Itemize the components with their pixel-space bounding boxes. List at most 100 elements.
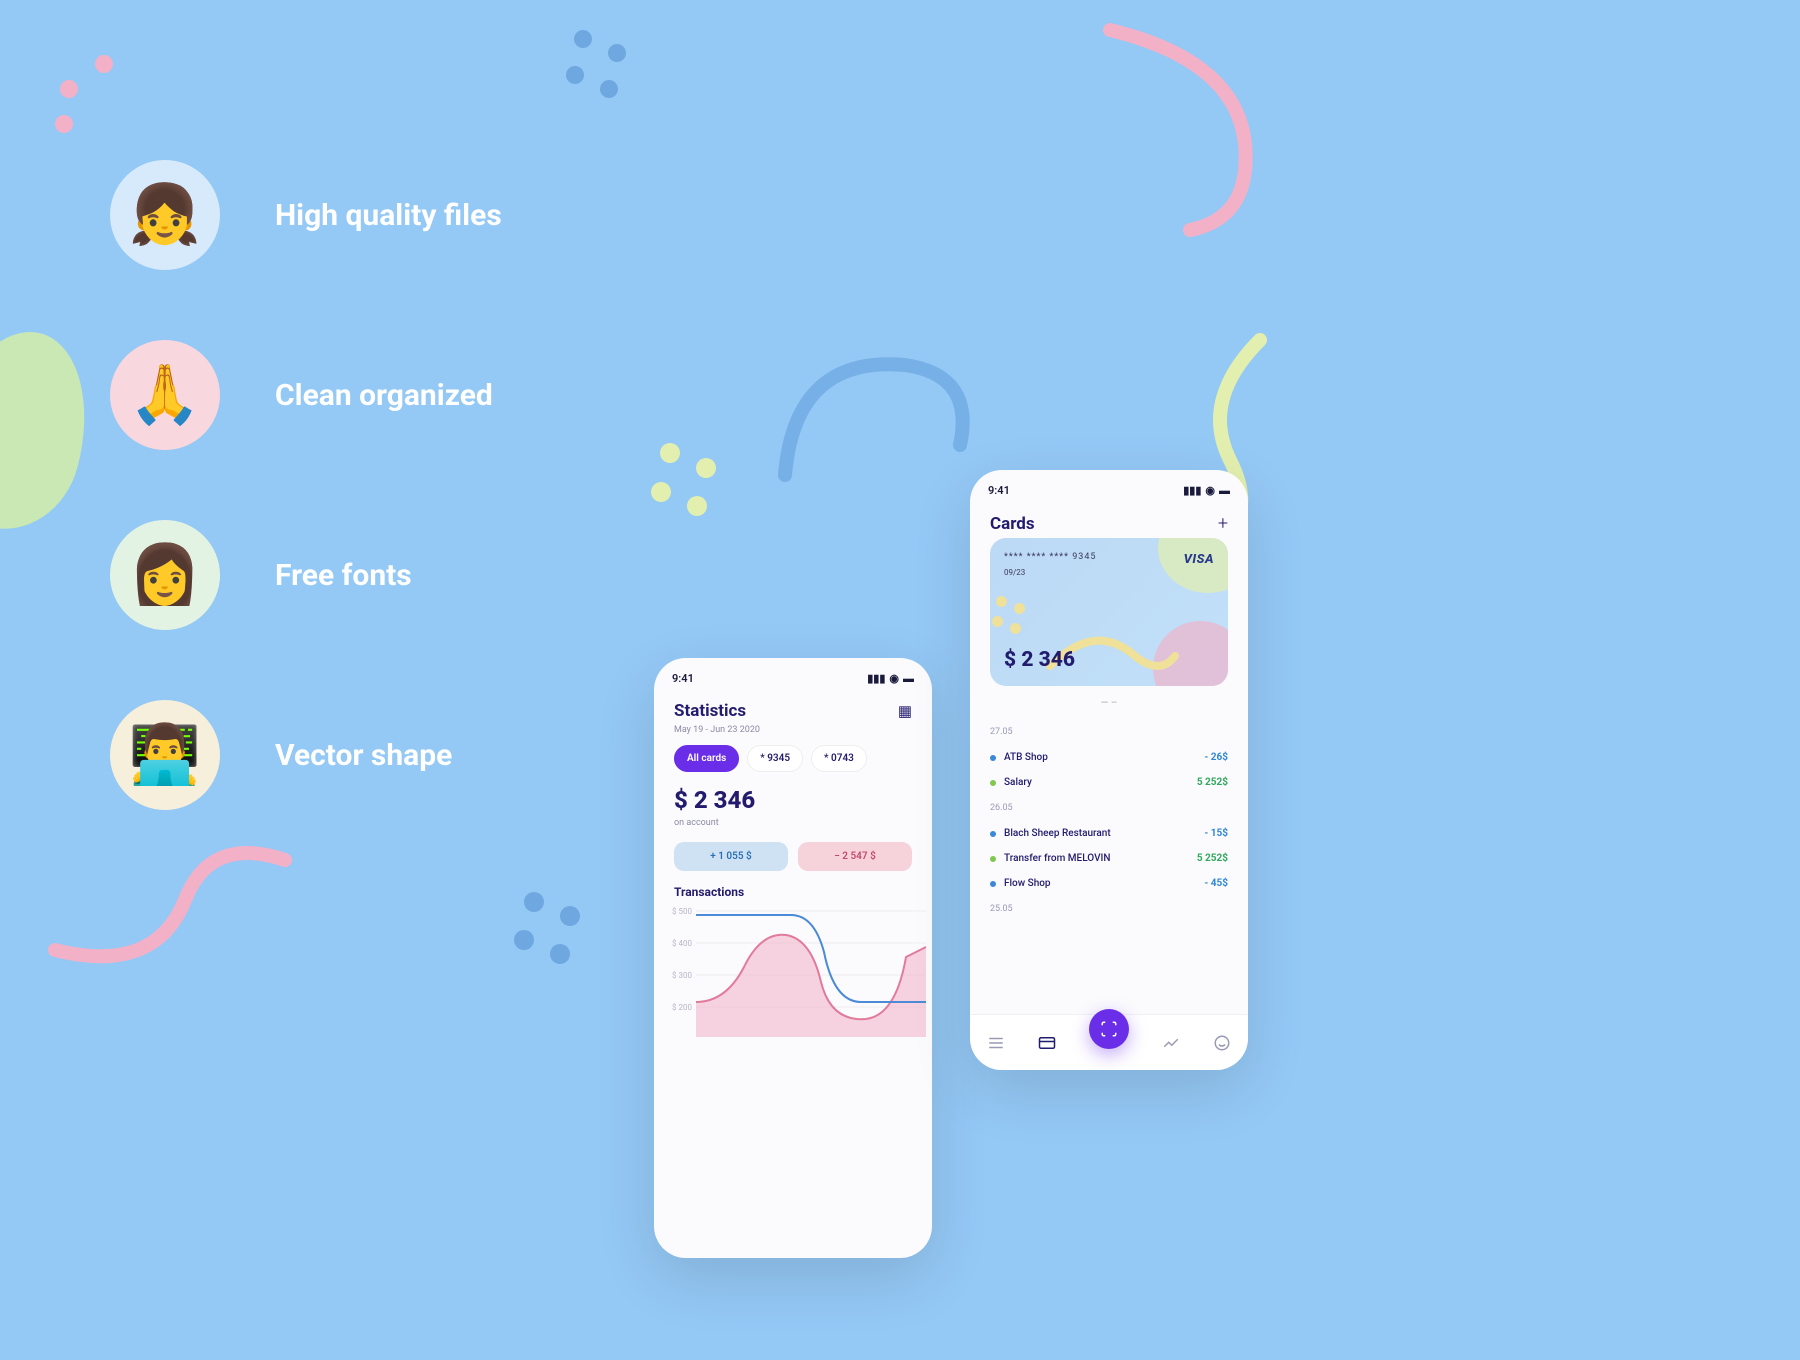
category-dot	[990, 881, 996, 887]
avatar: 👩	[110, 520, 220, 630]
credit-card[interactable]: **** **** **** 9345 09/23 VISA $ 2 346	[990, 538, 1228, 686]
signal-icon: ▮▮▮	[1183, 484, 1201, 497]
deco-dot	[687, 496, 707, 516]
income-pill[interactable]: + 1 055 $	[674, 842, 788, 871]
feature-label: Vector shape	[275, 738, 452, 773]
feature-label: Clean organized	[275, 378, 493, 413]
avatar: 🙏	[110, 340, 220, 450]
feature-item: 🙏 Clean organized	[110, 340, 502, 450]
tab-profile[interactable]	[1212, 1033, 1232, 1053]
tab-bar	[970, 1014, 1248, 1070]
transaction-row[interactable]: Salary 5 252$	[990, 770, 1228, 795]
feature-label: High quality files	[275, 198, 502, 233]
card-pager: — –	[970, 698, 1248, 719]
date-label: 26.05	[990, 803, 1228, 813]
status-time: 9:41	[672, 672, 694, 685]
chart-ylabel: $ 500	[672, 907, 692, 916]
deco-dot	[560, 906, 580, 926]
status-time: 9:41	[988, 484, 1010, 497]
deco-dot	[95, 55, 113, 73]
amount-subtitle: on account	[654, 814, 932, 842]
battery-icon: ▬	[1219, 484, 1230, 497]
chip-card-9345[interactable]: * 9345	[747, 745, 803, 772]
card-deco	[1014, 603, 1025, 614]
card-deco	[992, 616, 1003, 627]
avatar: 👧	[110, 160, 220, 270]
deco-dot	[608, 44, 626, 62]
status-bar: 9:41 ▮▮▮ ◉ ▬	[970, 470, 1248, 503]
tab-menu[interactable]	[986, 1033, 1006, 1053]
txn-amount: 5 252$	[1197, 777, 1228, 788]
tab-scan-fab[interactable]	[1089, 1009, 1129, 1049]
deco-dot	[60, 80, 78, 98]
deco-dot	[651, 482, 671, 502]
txn-name: Blach Sheep Restaurant	[1004, 828, 1111, 839]
card-brand: VISA	[1184, 552, 1214, 567]
category-dot	[990, 856, 996, 862]
battery-icon: ▬	[903, 672, 914, 685]
category-dot	[990, 780, 996, 786]
deco-squiggle	[35, 820, 295, 1000]
txn-name: Salary	[1004, 777, 1032, 788]
txn-amount: - 26$	[1204, 752, 1228, 763]
txn-name: Transfer from MELOVIN	[1004, 853, 1110, 864]
deco-dot	[660, 443, 680, 463]
transaction-row[interactable]: Transfer from MELOVIN 5 252$	[990, 846, 1228, 871]
expense-pill[interactable]: − 2 547 $	[798, 842, 912, 871]
deco-dot	[600, 80, 618, 98]
deco-dot	[514, 930, 534, 950]
transaction-row[interactable]: ATB Shop - 26$	[990, 745, 1228, 770]
deco-squiggle	[745, 295, 1005, 555]
phone-statistics: 9:41 ▮▮▮ ◉ ▬ Statistics ▦ May 19 - Jun 2…	[654, 658, 932, 1258]
card-deco	[1010, 623, 1021, 634]
avatar-emoji: 👨‍💻	[129, 721, 201, 789]
transactions-title: Transactions	[654, 885, 932, 907]
transaction-row[interactable]: Flow Shop - 45$	[990, 871, 1228, 896]
deco-dot	[524, 892, 544, 912]
wifi-icon: ◉	[889, 672, 899, 685]
deco-blob	[0, 315, 108, 544]
category-dot	[990, 831, 996, 837]
tab-cards[interactable]	[1037, 1033, 1057, 1053]
date-label: 27.05	[990, 727, 1228, 737]
calendar-icon[interactable]: ▦	[898, 702, 912, 720]
transaction-row[interactable]: Blach Sheep Restaurant- 15$	[990, 821, 1228, 846]
feature-item: 👩 Free fonts	[110, 520, 502, 630]
txn-amount: 5 252$	[1197, 853, 1228, 864]
tab-stats[interactable]	[1161, 1033, 1181, 1053]
avatar: 👨‍💻	[110, 700, 220, 810]
card-deco	[996, 596, 1007, 607]
total-amount: $ 2 346	[654, 786, 932, 814]
deco-dot	[566, 66, 584, 84]
feature-label: Free fonts	[275, 558, 412, 593]
txn-name: Flow Shop	[1004, 878, 1051, 889]
deco-dot	[550, 944, 570, 964]
date-range: May 19 - Jun 23 2020	[654, 725, 932, 745]
screen-title: Statistics	[674, 701, 746, 721]
deco-dot	[696, 458, 716, 478]
feature-list: 👧 High quality files 🙏 Clean organized 👩…	[110, 160, 502, 810]
chip-card-0743[interactable]: * 0743	[811, 745, 867, 772]
chip-all-cards[interactable]: All cards	[674, 745, 739, 772]
screen-title: Cards	[990, 514, 1035, 534]
transactions-chart: $ 500 $ 400 $ 300 $ 200	[654, 907, 932, 1077]
phone-cards: 9:41 ▮▮▮ ◉ ▬ Cards + **** **** **** 9345…	[970, 470, 1248, 1070]
wifi-icon: ◉	[1205, 484, 1215, 497]
card-balance: $ 2 346	[1004, 648, 1075, 672]
status-icons: ▮▮▮ ◉ ▬	[867, 672, 914, 685]
chart-ylabel: $ 300	[672, 971, 692, 980]
feature-item: 👧 High quality files	[110, 160, 502, 270]
avatar-emoji: 🙏	[129, 361, 201, 429]
avatar-emoji: 👩	[129, 541, 201, 609]
deco-dot	[574, 30, 592, 48]
deco-dot	[55, 115, 73, 133]
status-icons: ▮▮▮ ◉ ▬	[1183, 484, 1230, 497]
chart-ylabel: $ 400	[672, 939, 692, 948]
chart-ylabel: $ 200	[672, 1003, 692, 1012]
avatar-emoji: 👧	[129, 181, 201, 249]
txn-amount: - 45$	[1204, 878, 1228, 889]
add-card-button[interactable]: +	[1218, 513, 1228, 534]
txn-name: ATB Shop	[1004, 752, 1048, 763]
date-label: 25.05	[990, 904, 1228, 914]
category-dot	[990, 755, 996, 761]
